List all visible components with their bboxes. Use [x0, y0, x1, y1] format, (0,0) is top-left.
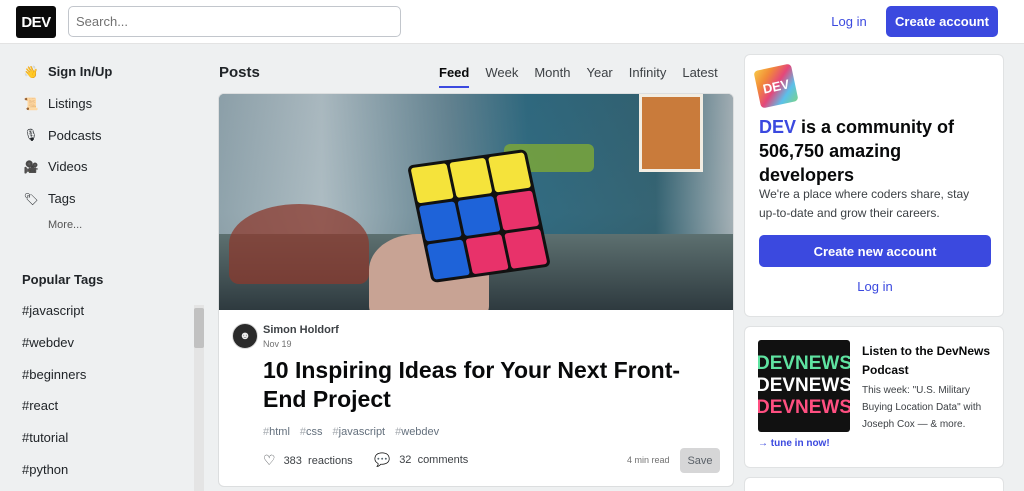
dev-sticker-logo: DEV	[753, 63, 799, 109]
cube-tile	[496, 190, 540, 231]
article-tag[interactable]: #webdev	[395, 426, 439, 438]
microphone-icon: 🎙	[23, 128, 39, 143]
tab-week[interactable]: Week	[478, 58, 525, 88]
cube-tile	[426, 239, 471, 280]
popular-tag-link[interactable]: #python	[22, 453, 86, 485]
reactions-label: reactions	[308, 454, 353, 467]
feed-tabs: Feed Week Month Year Infinity Latest	[432, 58, 727, 88]
cube-tile	[457, 195, 501, 237]
cube-tile	[465, 234, 509, 275]
sidebar-item-tags[interactable]: 🏷 Tags	[22, 183, 202, 215]
article-tag[interactable]: #css	[300, 426, 323, 438]
sidebar-item-label: Podcasts	[48, 127, 102, 143]
post-date: Nov 19	[263, 339, 292, 349]
tag-icon: 🏷	[23, 191, 39, 206]
article-cover-image[interactable]	[219, 94, 733, 310]
author-name[interactable]: Simon Holdorf	[263, 324, 339, 336]
posts-heading: Posts	[219, 64, 260, 81]
article-card[interactable]: ☻ Simon Holdorf Nov 19 10 Inspiring Idea…	[219, 94, 733, 486]
comment-bubble-icon: 💬	[374, 452, 391, 467]
podcast-description: This week: "U.S. Military Buying Locatio…	[862, 385, 982, 430]
cube-tile	[418, 201, 462, 242]
card-login-link[interactable]: Log in	[759, 276, 991, 296]
sidebar-more-link[interactable]: More...	[22, 214, 202, 236]
community-headline: DEV is a community of 506,750 amazing de…	[759, 115, 989, 187]
sidebar-item-videos[interactable]: 🎥 Videos	[22, 151, 202, 183]
comments-count: 32	[399, 454, 412, 466]
cube-tile	[449, 157, 493, 198]
create-account-button[interactable]: Create account	[886, 6, 998, 37]
author-avatar[interactable]: ☻	[232, 323, 258, 349]
reactions-link[interactable]: ♡ 383 reactions	[263, 452, 353, 469]
article-title[interactable]: 10 Inspiring Ideas for Your Next Front-E…	[263, 356, 703, 414]
popular-tag-link[interactable]: #javascript	[22, 295, 86, 327]
top-header: DEV Log in Create account	[0, 0, 1024, 44]
community-card: DEV DEV is a community of 506,750 amazin…	[745, 55, 1003, 316]
sidebar-item-label: Sign In/Up	[48, 64, 113, 80]
create-new-account-button[interactable]: Create new account	[759, 235, 991, 267]
dev-logo[interactable]: DEV	[16, 6, 56, 38]
comments-link[interactable]: 💬 32 comments	[374, 452, 468, 468]
podcast-title[interactable]: Listen to the DevNews Podcast	[862, 342, 992, 380]
podcast-art-line: DEVNEWS	[758, 397, 850, 418]
heart-icon: ♡	[263, 452, 276, 468]
sidebar-item-podcasts[interactable]: 🎙 Podcasts	[22, 119, 202, 151]
search-input[interactable]	[68, 6, 401, 37]
tab-month[interactable]: Month	[527, 58, 577, 88]
popular-tag-link[interactable]: #tutorial	[22, 422, 86, 454]
sidebar-item-sign-in[interactable]: 👋 Sign In/Up	[22, 56, 202, 88]
devnews-podcast-art[interactable]: DEVNEWS DEVNEWS DEVNEWS	[758, 340, 850, 432]
scroll-icon: 📜	[23, 96, 39, 111]
tab-latest[interactable]: Latest	[675, 58, 724, 88]
reactions-count: 383	[283, 454, 302, 467]
left-sidebar: 👋 Sign In/Up 📜 Listings 🎙 Podcasts 🎥 Vid…	[22, 56, 202, 236]
tab-year[interactable]: Year	[579, 58, 619, 88]
read-time: 4 min read	[627, 455, 670, 465]
tab-feed[interactable]: Feed	[432, 58, 476, 88]
popular-tag-link[interactable]: #webdev	[22, 327, 86, 359]
podcast-art-line: DEVNEWS	[758, 353, 850, 374]
comments-label: comments	[417, 454, 469, 466]
tags-scrollbar-thumb[interactable]	[194, 308, 204, 348]
sidebar-item-label: Listings	[48, 96, 93, 112]
next-sidebar-card	[745, 478, 1003, 491]
article-tags: #html #css #javascript #webdev	[263, 426, 439, 438]
community-subtext: We're a place where coders share, stay u…	[759, 187, 970, 220]
tune-in-link[interactable]: → tune in now!	[758, 438, 830, 449]
article-tag[interactable]: #javascript	[333, 426, 386, 438]
cube-tile	[487, 152, 532, 193]
save-button[interactable]: Save	[680, 448, 720, 473]
sidebar-item-listings[interactable]: 📜 Listings	[22, 88, 202, 120]
hand-wave-icon: 👋	[23, 64, 39, 79]
cover-frame	[639, 94, 703, 172]
video-camera-icon: 🎥	[23, 159, 39, 174]
popular-tags-heading: Popular Tags	[22, 272, 104, 287]
sidebar-item-label: Tags	[48, 191, 76, 207]
cube-tile	[504, 228, 548, 269]
article-tag[interactable]: #html	[263, 426, 290, 438]
cube-tile	[410, 163, 454, 204]
rubiks-cube-illustration	[406, 148, 552, 284]
popular-tags-list: #javascript #webdev #beginners #react #t…	[22, 295, 86, 485]
dev-brand-link[interactable]: DEV	[759, 117, 796, 137]
tab-infinity[interactable]: Infinity	[622, 58, 674, 88]
login-link[interactable]: Log in	[820, 6, 878, 37]
sidebar-item-label: Videos	[48, 159, 88, 175]
popular-tag-link[interactable]: #react	[22, 390, 86, 422]
podcast-card[interactable]: DEVNEWS DEVNEWS DEVNEWS Listen to the De…	[745, 327, 1003, 467]
podcast-art-line: DEVNEWS	[758, 375, 850, 396]
cover-chair	[229, 204, 369, 284]
popular-tag-link[interactable]: #beginners	[22, 358, 86, 390]
